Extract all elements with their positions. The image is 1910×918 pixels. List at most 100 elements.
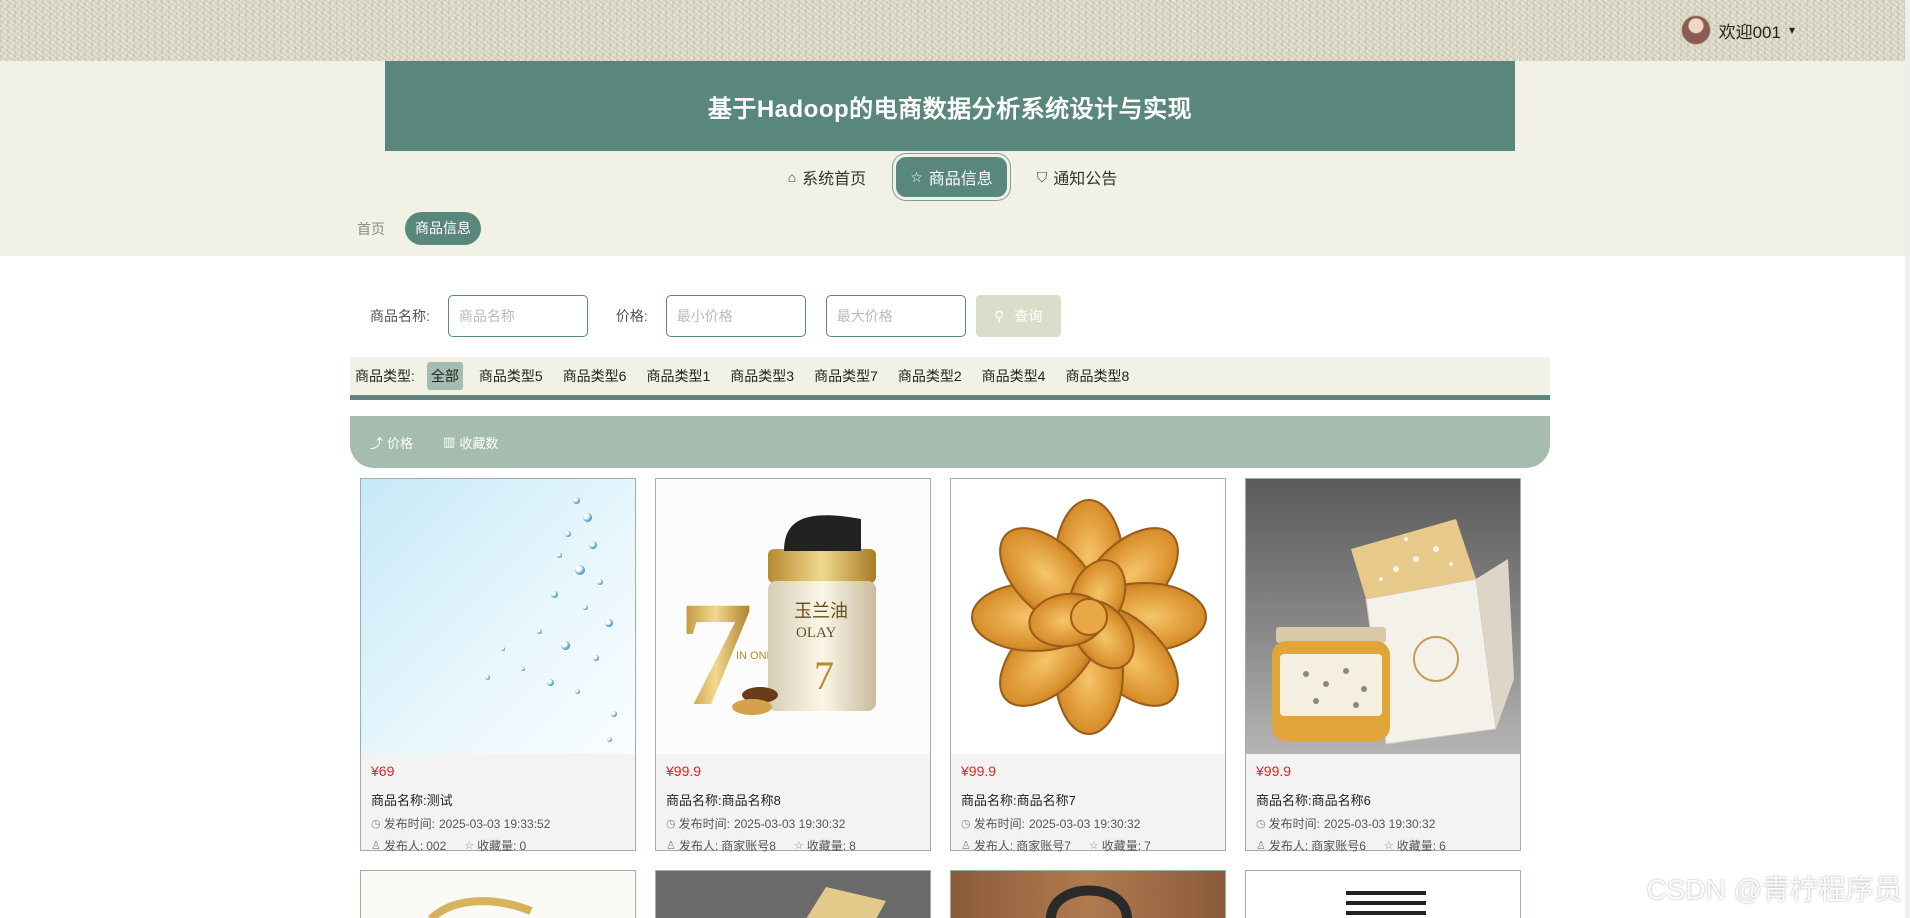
type-filter-bar: 商品类型: 全部 商品类型5 商品类型6 商品类型1 商品类型3 商品类型7 商…: [350, 357, 1550, 400]
time-value: 2025-03-03 19:33:52: [438, 816, 551, 831]
scrollbar[interactable]: [1905, 0, 1910, 918]
time-label: 发布时间:: [1268, 817, 1320, 831]
search-button[interactable]: ⚲ 查询: [975, 295, 1061, 337]
product-info: ¥69 商品名称:测试 ◷ 发布时间: 2025-03-03 19:33:52 ♙…: [361, 754, 635, 853]
nav-notices-label: 通知公告: [1053, 171, 1118, 188]
product-card-partial[interactable]: [1245, 870, 1521, 918]
nav-home-label: 系统首页: [802, 171, 867, 188]
honey-jar-illustration: [1272, 519, 1514, 745]
product-image[interactable]: [951, 479, 1225, 754]
price-label: 价格:: [615, 308, 648, 324]
breadcrumb-home[interactable]: 首页: [357, 219, 385, 239]
site-title-bar: 基于Hadoop的电商数据分析系统设计与实现: [385, 61, 1515, 151]
product-name: 商品名称:商品名称7: [961, 793, 1076, 808]
product-stats: ♙ 发布人: 商家账号8 ☆ 收藏量: 8: [666, 837, 920, 854]
nav-products[interactable]: ☆ 商品信息: [896, 157, 1007, 197]
search-icon: ⚲: [994, 307, 1005, 324]
type-filter-option[interactable]: 商品类型4: [978, 362, 1050, 390]
type-filter-option[interactable]: 商品类型7: [810, 362, 882, 390]
person-icon: ♙: [1256, 840, 1266, 852]
type-filter-option[interactable]: 商品类型8: [1061, 362, 1133, 390]
watermark: CSDN @青柠程序员: [1646, 874, 1902, 905]
star-icon: ☆: [910, 168, 923, 185]
favorites-value: 7: [1144, 838, 1151, 853]
bar-chart-icon: ▥: [443, 434, 456, 449]
publisher-label: 发布人:: [678, 839, 719, 853]
clock-icon: ◷: [666, 818, 676, 830]
product-time: ◷ 发布时间: 2025-03-03 19:30:32: [961, 815, 1215, 832]
product-info: ¥99.9 商品名称:商品名称7 ◷ 发布时间: 2025-03-03 19:30…: [951, 754, 1225, 853]
publisher-value: 商家账号7: [1016, 839, 1071, 853]
product-card[interactable]: ¥69 商品名称:测试 ◷ 发布时间: 2025-03-03 19:33:52 ♙…: [360, 478, 636, 853]
nav-home[interactable]: ⌂ 系统首页: [776, 155, 878, 199]
clock-icon: ◷: [961, 818, 971, 830]
star-icon: ☆: [464, 840, 475, 852]
top-bar: 欢迎001 ▾: [0, 0, 1905, 61]
product-time: ◷ 发布时间: 2025-03-03 19:30:32: [1256, 815, 1510, 832]
product-card[interactable]: ¥99.9 商品名称:商品名称7 ◷ 发布时间: 2025-03-03 19:30…: [950, 478, 1226, 853]
min-price-input[interactable]: [665, 295, 806, 337]
product-stats: ♙ 发布人: 商家账号7 ☆ 收藏量: 7: [961, 837, 1215, 854]
brand-en: OLAY: [796, 625, 836, 641]
product-card[interactable]: 7 IN ONE 玉兰油 OLAY 7 ¥99.9 商品名称:商品名称8 ◷ 发布…: [655, 478, 931, 854]
breadcrumb-current[interactable]: 商品信息: [405, 212, 481, 245]
headphones-illustration: [1046, 885, 1132, 918]
product-card-partial[interactable]: [950, 870, 1226, 918]
time-value: 2025-03-03 19:30:32: [1028, 816, 1141, 831]
product-card-partial[interactable]: [360, 870, 636, 918]
product-stats: ♙ 发布人: 002 ☆ 收藏量: 0: [371, 837, 625, 854]
product-image[interactable]: [1246, 479, 1520, 754]
person-icon: ♙: [371, 840, 381, 852]
product-name: 商品名称:商品名称8: [666, 793, 781, 808]
type-filter-all[interactable]: 全部: [426, 362, 463, 390]
product-stats: ♙ 发布人: 商家账号6 ☆ 收藏量: 6: [1256, 837, 1510, 854]
time-label: 发布时间:: [678, 817, 730, 831]
nav-notices[interactable]: ⛉ 通知公告: [1025, 155, 1130, 199]
dropdown-caret-icon[interactable]: ▾: [1789, 23, 1795, 37]
shirt-illustration: [1346, 891, 1426, 915]
favorites-label: 收藏量:: [806, 839, 847, 853]
favorites-value: 6: [1439, 838, 1446, 853]
user-menu[interactable]: 欢迎001 ▾: [1680, 15, 1795, 45]
sort-favorites-label: 收藏数: [459, 435, 499, 451]
product-card-partial[interactable]: [655, 870, 931, 918]
welcome-text[interactable]: 欢迎001: [1719, 18, 1781, 43]
publisher-value: 商家账号6: [1311, 839, 1366, 853]
type-filter-option[interactable]: 商品类型1: [642, 362, 714, 390]
star-icon: ☆: [1088, 840, 1099, 852]
product-name: 商品名称:测试: [371, 793, 453, 808]
nav-products-label: 商品信息: [928, 171, 993, 188]
avatar[interactable]: [1680, 15, 1711, 45]
main-nav: ⌂ 系统首页 ☆ 商品信息 ⛉ 通知公告: [0, 151, 1905, 203]
type-filter-option[interactable]: 商品类型5: [475, 362, 547, 390]
product-image[interactable]: 7 IN ONE 玉兰油 OLAY 7: [656, 479, 930, 754]
product-time: ◷ 发布时间: 2025-03-03 19:33:52: [371, 815, 625, 832]
home-icon: ⌂: [787, 169, 797, 185]
small-seven: 7: [814, 653, 834, 698]
search-form: 商品名称: 价格: ⚲ 查询: [370, 295, 1061, 337]
type-filter-option[interactable]: 商品类型2: [894, 362, 966, 390]
time-label: 发布时间:: [973, 817, 1025, 831]
breadcrumb: 首页 商品信息: [357, 212, 481, 245]
publisher-label: 发布人:: [383, 839, 424, 853]
publisher-label: 发布人:: [973, 839, 1014, 853]
sort-by-favorites[interactable]: ▥ 收藏数: [443, 433, 498, 452]
time-value: 2025-03-03 19:30:32: [733, 816, 846, 831]
sort-by-price[interactable]: ⤴ 价格: [370, 433, 413, 452]
favorites-label: 收藏量:: [477, 839, 517, 853]
type-filter-option[interactable]: 商品类型3: [726, 362, 798, 390]
product-image[interactable]: [361, 479, 635, 754]
bag-icon: ⛉: [1036, 168, 1048, 185]
publisher-value: 002: [426, 838, 447, 853]
clock-icon: ◷: [371, 818, 381, 830]
product-card[interactable]: ¥99.9 商品名称:商品名称6 ◷ 发布时间: 2025-03-03 19:30…: [1245, 478, 1521, 854]
max-price-input[interactable]: [825, 295, 966, 337]
trend-icon: ⤴: [370, 435, 384, 451]
publisher-value: 商家账号8: [721, 839, 776, 853]
publisher-label: 发布人:: [1268, 839, 1309, 853]
product-price: ¥99.9: [1256, 763, 1292, 779]
product-name-input[interactable]: [447, 295, 588, 337]
type-filter-option[interactable]: 商品类型6: [559, 362, 631, 390]
favorites-label: 收藏量:: [1101, 839, 1142, 853]
product-name-label: 商品名称:: [370, 308, 430, 324]
